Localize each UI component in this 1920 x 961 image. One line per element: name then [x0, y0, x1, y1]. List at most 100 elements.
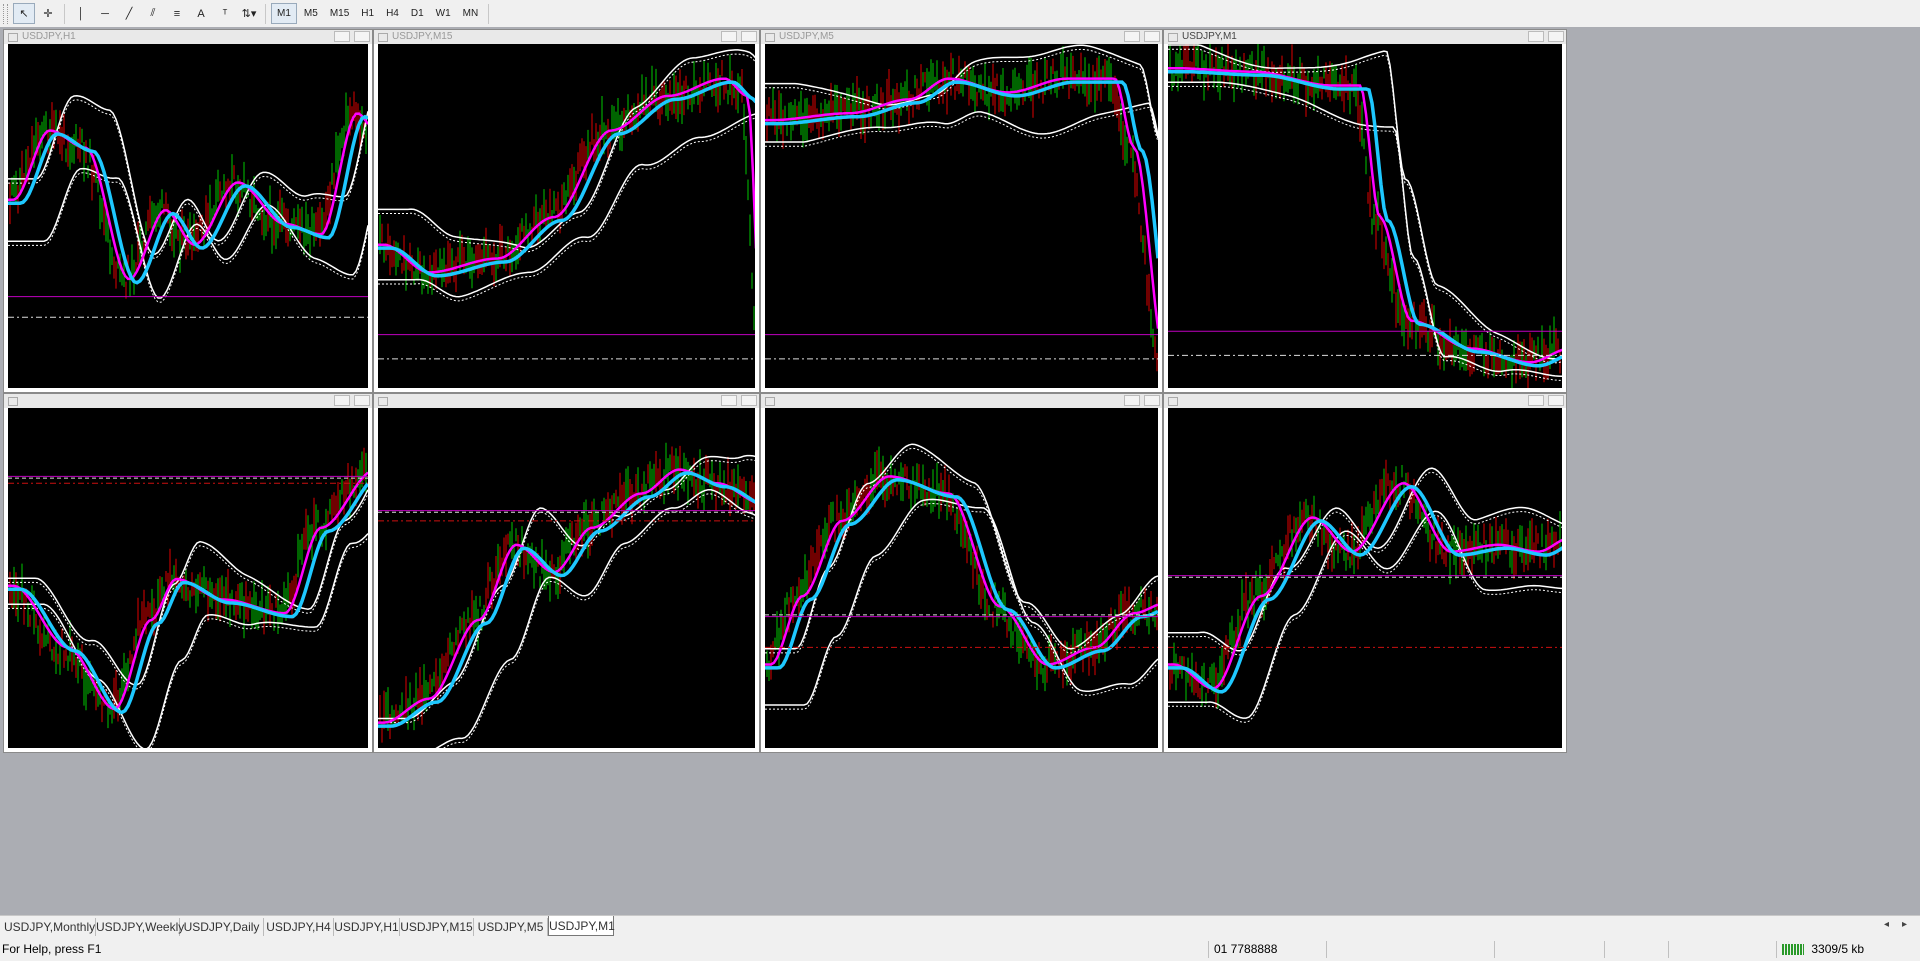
maximize-icon[interactable]	[1124, 31, 1140, 42]
moving-average-slow	[765, 80, 1158, 259]
minimize-icon[interactable]	[1548, 31, 1564, 42]
timeframe-h4-button[interactable]: H4	[381, 3, 404, 24]
envelope-band	[1168, 48, 1562, 364]
maximize-icon[interactable]	[721, 395, 737, 406]
price-chart[interactable]	[1168, 44, 1562, 388]
chart-window[interactable]: USDJPY,M1	[1163, 29, 1567, 393]
maximize-icon[interactable]	[721, 31, 737, 42]
status-profile: 01 7788888	[1214, 942, 1278, 956]
price-chart[interactable]	[765, 44, 1158, 388]
chart-tab[interactable]: USDJPY,Weekly	[96, 918, 184, 936]
maximize-icon[interactable]	[1528, 395, 1544, 406]
envelope-band	[378, 53, 755, 253]
price-chart-svg	[1168, 459, 1562, 723]
chart-window[interactable]: USDJPY,M5	[760, 29, 1163, 393]
chart-window-icon	[8, 33, 18, 42]
timeframe-mn-button[interactable]: MN	[458, 3, 484, 24]
chart-tab-bar: USDJPY,Monthly USDJPY,Weekly USDJPY,Daily U…	[0, 915, 1920, 937]
timeframe-w1-button[interactable]: W1	[431, 3, 456, 24]
minimize-icon[interactable]	[741, 31, 757, 42]
status-cell	[1326, 941, 1494, 958]
minimize-icon[interactable]	[1548, 395, 1564, 406]
chart-window-titlebar[interactable]	[761, 394, 1162, 408]
envelope-band	[1168, 467, 1562, 652]
chart-window-icon	[1168, 33, 1178, 42]
price-chart-svg	[765, 443, 1158, 710]
maximize-icon[interactable]	[334, 31, 350, 42]
chart-window-icon	[765, 33, 775, 42]
chart-window-titlebar[interactable]	[1164, 394, 1566, 408]
minimize-icon[interactable]	[741, 395, 757, 406]
chart-window-titlebar[interactable]: USDJPY,H1	[4, 30, 372, 44]
chart-window-icon	[1168, 397, 1178, 406]
tab-scroll-right-icon[interactable]: ▸	[1902, 919, 1907, 930]
chart-tab[interactable]: USDJPY,M15	[400, 918, 474, 936]
horizontal-line-icon[interactable]: ─	[94, 3, 116, 24]
price-chart[interactable]	[765, 408, 1158, 748]
moving-average-fast	[1168, 482, 1562, 690]
status-cell	[1494, 941, 1604, 958]
arrows-dropdown-icon[interactable]: ⇅▾	[238, 3, 260, 24]
timeframe-m15-button[interactable]: M15	[325, 3, 354, 24]
chart-window[interactable]	[1163, 393, 1567, 753]
chart-window[interactable]: USDJPY,M15	[373, 29, 760, 393]
minimize-icon[interactable]	[354, 31, 370, 42]
maximize-icon[interactable]	[334, 395, 350, 406]
text-label-icon[interactable]: ᵀ	[214, 3, 236, 24]
main-toolbar: ↖ ✛ │ ─ ╱ ⫽ ≡ Aᵀ ⇅▾ M1 M5 M15 H1 H4 D1 W1 MN	[0, 0, 1920, 28]
maximize-icon[interactable]	[1124, 395, 1140, 406]
chart-tab[interactable]: USDJPY,H1	[334, 918, 400, 936]
chart-tab[interactable]: USDJPY,H4	[264, 918, 334, 936]
vertical-line-icon[interactable]: │	[70, 3, 92, 24]
moving-average-fast	[765, 77, 1158, 329]
envelope-band	[1168, 471, 1562, 656]
chart-tab[interactable]: USDJPY,Daily	[180, 918, 264, 936]
chart-window[interactable]	[3, 393, 373, 753]
chart-tab[interactable]: USDJPY,M1	[548, 916, 615, 936]
equidistant-channel-icon[interactable]: ⫽	[142, 3, 164, 24]
moving-average-fast	[378, 77, 755, 274]
timeframe-m5-button[interactable]: M5	[299, 3, 323, 24]
chart-workspace: USDJPY,H1 USDJPY,M15 USDJPY,M5 USDJPY,M1	[0, 27, 1920, 915]
trendline-icon[interactable]: ╱	[118, 3, 140, 24]
timeframe-h1-button[interactable]: H1	[356, 3, 379, 24]
minimize-icon[interactable]	[354, 395, 370, 406]
chart-window-titlebar[interactable]: USDJPY,M1	[1164, 30, 1566, 44]
tab-scroll-left-icon[interactable]: ◂	[1884, 919, 1889, 930]
fibonacci-icon[interactable]: ≡	[166, 3, 188, 24]
price-chart[interactable]	[8, 44, 368, 388]
chart-window[interactable]	[760, 393, 1163, 753]
chart-window-titlebar[interactable]	[374, 394, 759, 408]
status-cell	[1604, 941, 1668, 958]
text-icon[interactable]: A	[190, 3, 212, 24]
chart-window[interactable]	[373, 393, 760, 753]
cursor-icon[interactable]: ↖	[13, 3, 35, 24]
toolbar-separator	[64, 3, 65, 24]
moving-average-fast	[1168, 66, 1562, 364]
timeframe-d1-button[interactable]: D1	[406, 3, 429, 24]
toolbar-grip[interactable]	[3, 3, 8, 24]
connection-status-icon	[1782, 944, 1804, 956]
chart-window-title: USDJPY,H1	[22, 31, 76, 42]
envelope-band	[1168, 44, 1562, 360]
chart-window-titlebar[interactable]: USDJPY,M15	[374, 30, 759, 44]
timeframe-m1-button[interactable]: M1	[271, 3, 297, 24]
status-cell	[1668, 941, 1776, 958]
chart-window-titlebar[interactable]	[4, 394, 372, 408]
minimize-icon[interactable]	[1144, 31, 1160, 42]
price-chart[interactable]	[378, 408, 755, 748]
price-chart[interactable]	[378, 44, 755, 388]
maximize-icon[interactable]	[1528, 31, 1544, 42]
crosshair-icon[interactable]: ✛	[37, 3, 59, 24]
moving-average-slow	[378, 80, 755, 278]
chart-tab[interactable]: USDJPY,M5	[474, 918, 548, 936]
chart-window-titlebar[interactable]: USDJPY,M5	[761, 30, 1162, 44]
chart-window[interactable]: USDJPY,H1	[3, 29, 373, 393]
price-chart[interactable]	[8, 408, 368, 748]
toolbar-separator	[488, 3, 490, 24]
minimize-icon[interactable]	[1144, 395, 1160, 406]
chart-tab[interactable]: USDJPY,Monthly	[4, 918, 96, 936]
envelope-band	[765, 106, 1158, 147]
price-chart[interactable]	[1168, 408, 1562, 748]
chart-window-title: USDJPY,M5	[779, 31, 834, 42]
